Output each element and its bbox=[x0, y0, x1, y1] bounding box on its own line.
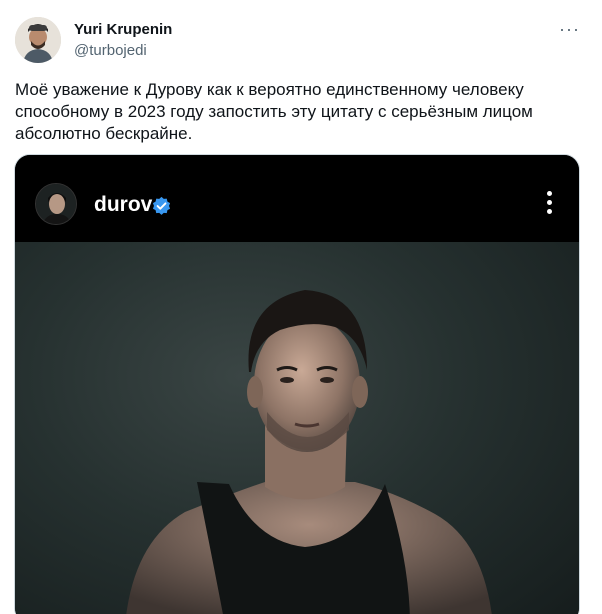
instagram-username: durov bbox=[94, 193, 153, 216]
instagram-post-header: durov bbox=[15, 155, 579, 242]
author-handle[interactable]: @turbojedi bbox=[74, 42, 147, 59]
tweet: Yuri Krupenin @turbojedi ··· Моё уважени… bbox=[0, 0, 602, 614]
verified-badge-icon bbox=[152, 196, 171, 215]
more-horizontal-icon[interactable]: ··· bbox=[559, 20, 580, 38]
tweet-media[interactable]: durov bbox=[14, 154, 580, 614]
author-avatar[interactable] bbox=[15, 17, 61, 63]
post-photo bbox=[15, 242, 579, 614]
more-vertical-icon[interactable] bbox=[547, 191, 553, 217]
durov-avatar bbox=[35, 183, 77, 225]
author-name[interactable]: Yuri Krupenin bbox=[74, 21, 172, 38]
tweet-text: Моё уважение к Дурову как к вероятно еди… bbox=[15, 80, 533, 143]
